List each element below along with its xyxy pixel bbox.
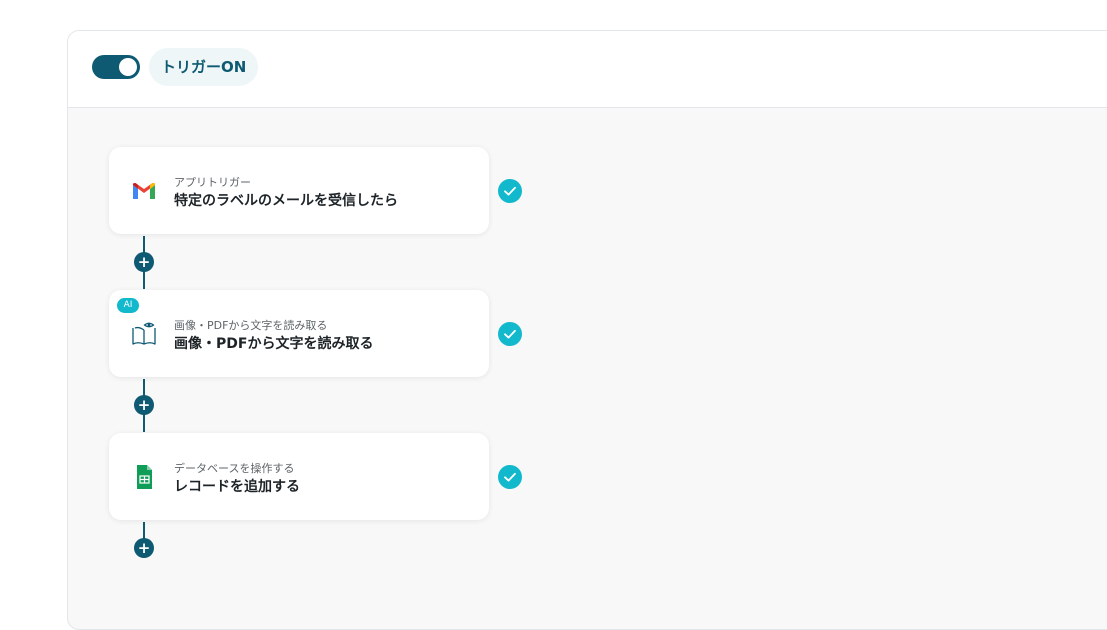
toggle-knob — [119, 58, 137, 76]
check-circle-icon — [498, 179, 522, 203]
step-card-gmail-trigger[interactable]: アプリトリガー 特定のラベルのメールを受信したら — [109, 147, 489, 234]
step-subtitle: 画像・PDFから文字を読み取る — [174, 319, 328, 332]
google-sheets-icon — [137, 465, 152, 489]
step-card-ocr[interactable]: AI 画像・PDFから文字を読み取る 画像・PDFから文字を読み取る — [109, 290, 489, 377]
step-card-sheets[interactable]: データベースを操作する レコードを追加する — [109, 433, 489, 520]
step-title: 画像・PDFから文字を読み取る — [174, 336, 374, 352]
step-title: レコードを追加する — [174, 479, 300, 495]
flow-header: トリガーON — [68, 31, 1107, 108]
add-step-button[interactable]: + — [134, 538, 154, 558]
add-step-button[interactable]: + — [134, 395, 154, 415]
trigger-toggle[interactable] — [92, 55, 140, 79]
add-step-button[interactable]: + — [134, 252, 154, 272]
flow-editor-panel: トリガーON + + + アプリトリガー 特定のラベルのメールを受信したら AI — [67, 30, 1107, 630]
trigger-status-label: トリガーON — [149, 48, 259, 86]
step-title: 特定のラベルのメールを受信したら — [174, 193, 398, 209]
step-subtitle: アプリトリガー — [174, 176, 251, 189]
ai-badge: AI — [117, 298, 139, 313]
ocr-book-icon — [132, 322, 156, 345]
gmail-icon — [133, 183, 155, 199]
check-circle-icon — [498, 322, 522, 346]
step-subtitle: データベースを操作する — [174, 462, 295, 475]
check-circle-icon — [498, 465, 522, 489]
